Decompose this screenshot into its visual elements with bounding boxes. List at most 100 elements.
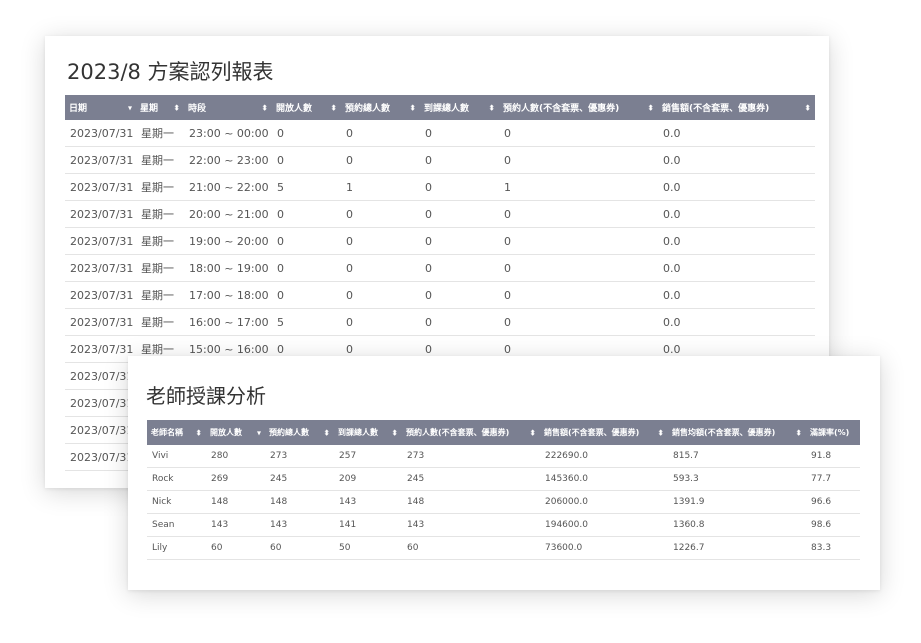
teacher-column-label: 到課總人數 (338, 428, 378, 437)
sort-icon[interactable]: ⬍ (323, 428, 330, 437)
report-cell: 0.0 (658, 227, 815, 255)
sort-icon[interactable]: ⬍ (647, 103, 654, 112)
teacher-column-label: 預約人數(不含套票、優惠券) (406, 428, 510, 437)
report-column-header[interactable]: 銷售額(不含套票、優惠券) ⬍ (658, 95, 815, 120)
report-table-row: 2023/07/31 星期一 16:00 ~ 17:00 5 0 0 0 0.0 (65, 308, 815, 336)
report-cell: 0 (420, 254, 499, 282)
teacher-cell: 98.6 (806, 513, 860, 537)
report-cell: 0 (272, 227, 341, 255)
report-cell: 0 (420, 120, 499, 147)
report-cell: 5 (272, 173, 341, 201)
teacher-column-header[interactable]: 預約總人數 ⬍ (265, 420, 334, 445)
report-column-header[interactable]: 開放人數 ⬍ (272, 95, 341, 120)
report-table-row: 2023/07/31 星期一 20:00 ~ 21:00 0 0 0 0 0.0 (65, 200, 815, 228)
sort-icon[interactable]: ⬍ (804, 103, 811, 112)
teacher-cell: 143 (402, 513, 540, 537)
sort-icon[interactable]: ⬍ (173, 103, 180, 112)
sort-icon[interactable]: ⬍ (529, 428, 536, 437)
report-cell: 1 (341, 173, 420, 201)
report-cell: 0 (420, 146, 499, 174)
teacher-column-header[interactable]: 銷售額(不含套票、優惠券) ⬍ (540, 420, 668, 445)
teacher-cell: 245 (402, 467, 540, 491)
teacher-cell: 257 (334, 445, 402, 468)
teacher-column-header[interactable]: 到課總人數 ⬍ (334, 420, 402, 445)
report-cell: 0 (420, 281, 499, 309)
teacher-table-row: Sean 143 143 141 143 194600.0 1360.8 98.6 (147, 513, 860, 537)
sort-icon[interactable]: ⬍ (261, 103, 268, 112)
report-table-row: 2023/07/31 星期一 21:00 ~ 22:00 5 1 0 1 0.0 (65, 173, 815, 201)
report-cell: 2023/07/31 (65, 254, 136, 282)
report-cell: 22:00 ~ 23:00 (184, 146, 272, 174)
report-cell: 0.0 (658, 281, 815, 309)
teacher-cell: 148 (206, 490, 265, 514)
teacher-cell: 1226.7 (668, 536, 806, 560)
teacher-cell: 60 (265, 536, 334, 560)
report-column-label: 時段 (188, 104, 207, 114)
report-column-header[interactable]: 到課總人數 ⬍ (420, 95, 499, 120)
teacher-column-header[interactable]: 開放人數 ▾ (206, 420, 265, 445)
report-cell: 2023/07/31 (65, 227, 136, 255)
report-cell: 23:00 ~ 00:00 (184, 120, 272, 147)
teacher-cell: Rock (147, 467, 206, 491)
report-cell: 17:00 ~ 18:00 (184, 281, 272, 309)
report-table-row: 2023/07/31 星期一 19:00 ~ 20:00 0 0 0 0 0.0 (65, 227, 815, 255)
report-cell: 0 (499, 308, 658, 336)
report-cell: 0 (341, 120, 420, 147)
report-cell: 2023/07/31 (65, 335, 136, 363)
sort-icon[interactable]: ▾ (257, 428, 261, 437)
report-cell: 0.0 (658, 120, 815, 147)
sort-icon[interactable]: ⬍ (488, 103, 495, 112)
report-cell: 5 (272, 308, 341, 336)
report-cell: 0 (420, 308, 499, 336)
teacher-cell: Sean (147, 513, 206, 537)
teacher-table: 老師名稱 ⬍ 開放人數 ▾ 預約總人數 ⬍ 到課總人數 ⬍ 預約人數(不含套票、優惠券) ⬍ 銷售額… (147, 420, 860, 560)
sort-icon[interactable]: ⬍ (330, 103, 337, 112)
report-cell: 星期一 (136, 146, 184, 174)
report-cell: 0 (341, 281, 420, 309)
report-cell: 2023/07/31 (65, 362, 136, 390)
report-table-row: 2023/07/31 星期一 17:00 ~ 18:00 0 0 0 0 0.0 (65, 281, 815, 309)
sort-icon[interactable]: ⬍ (195, 428, 202, 437)
teacher-column-label: 銷售額(不含套票、優惠券) (544, 428, 640, 437)
report-cell: 0 (341, 308, 420, 336)
teacher-cell: 1360.8 (668, 513, 806, 537)
teacher-cell: 269 (206, 467, 265, 491)
teacher-column-header[interactable]: 滿課率(%) (806, 420, 860, 445)
sort-icon[interactable]: ⬍ (391, 428, 398, 437)
teacher-column-header[interactable]: 老師名稱 ⬍ (147, 420, 206, 445)
teacher-column-label: 老師名稱 (151, 428, 183, 437)
teacher-cell: 815.7 (668, 445, 806, 468)
report-column-header[interactable]: 預約人數(不含套票、優惠券) ⬍ (499, 95, 658, 120)
report-cell: 0 (420, 173, 499, 201)
teacher-table-row: Nick 148 148 143 148 206000.0 1391.9 96.6 (147, 490, 860, 514)
teacher-column-label: 預約總人數 (269, 428, 309, 437)
report-title: 2023/8 方案認列報表 (67, 60, 274, 84)
report-cell: 18:00 ~ 19:00 (184, 254, 272, 282)
teacher-cell: 206000.0 (540, 490, 668, 514)
report-column-header[interactable]: 時段 ⬍ (184, 95, 272, 120)
teacher-column-header[interactable]: 銷售均額(不含套票、優惠券) ⬍ (668, 420, 806, 445)
report-cell: 0 (499, 200, 658, 228)
report-cell: 2023/07/31 (65, 173, 136, 201)
report-column-header[interactable]: 日期 ▾ (65, 95, 136, 120)
teacher-cell: Lily (147, 536, 206, 560)
teacher-column-label: 滿課率(%) (810, 428, 850, 437)
sort-icon[interactable]: ⬍ (795, 428, 802, 437)
report-cell: 星期一 (136, 308, 184, 336)
teacher-cell: 96.6 (806, 490, 860, 514)
teacher-column-label: 銷售均額(不含套票、優惠券) (672, 428, 776, 437)
teacher-cell: 148 (265, 490, 334, 514)
report-cell: 星期一 (136, 281, 184, 309)
report-column-label: 預約人數(不含套票、優惠券) (503, 104, 620, 114)
report-cell: 星期一 (136, 227, 184, 255)
report-cell: 2023/07/31 (65, 120, 136, 147)
teacher-column-header[interactable]: 預約人數(不含套票、優惠券) ⬍ (402, 420, 540, 445)
report-column-header[interactable]: 預約總人數 ⬍ (341, 95, 420, 120)
report-cell: 0 (341, 254, 420, 282)
sort-icon[interactable]: ▾ (128, 103, 132, 112)
report-column-header[interactable]: 星期 ⬍ (136, 95, 184, 120)
teacher-cell: 143 (206, 513, 265, 537)
sort-icon[interactable]: ⬍ (409, 103, 416, 112)
sort-icon[interactable]: ⬍ (657, 428, 664, 437)
report-cell: 0 (341, 200, 420, 228)
